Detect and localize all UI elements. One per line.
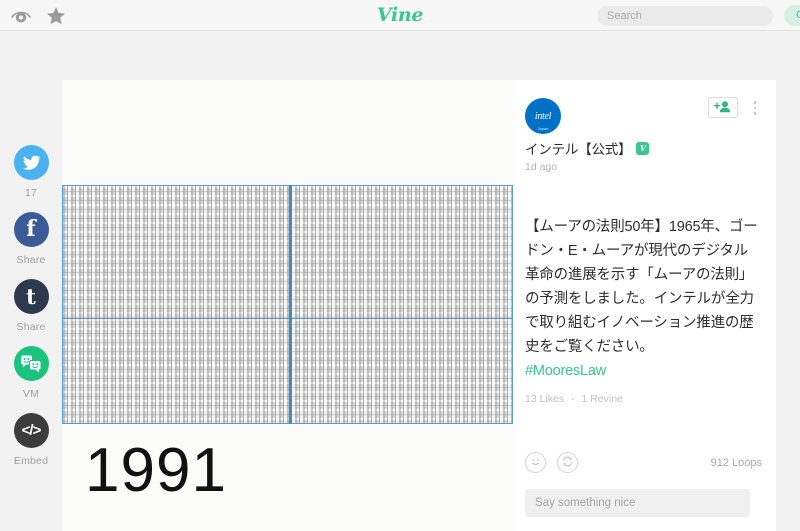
chat-bubbles-icon — [13, 346, 49, 381]
more-dot-3 — [753, 112, 757, 115]
caption-text: 【ムーアの法則50年】1965年、ゴードン・E・ムーアが現代のデジタル革命の進展… — [525, 219, 758, 356]
share-label-tumblr: Share — [16, 321, 46, 333]
video-year-caption: 1991 — [85, 436, 227, 505]
share-label-vm: VM — [22, 388, 40, 400]
twitter-icon — [13, 145, 49, 180]
top-navigation-bar: Vine Get Vine — [0, 0, 800, 31]
hashtag-link[interactable]: #MooresLaw — [525, 363, 606, 379]
share-item-vm[interactable]: VM — [13, 346, 49, 413]
intel-logo-text: intel — [534, 110, 552, 122]
profile-header: intel Japan — [513, 80, 776, 134]
tumblr-icon: t — [13, 279, 49, 314]
tumblr-glyph: t — [26, 283, 36, 309]
username-row: インテル【公式】 V — [525, 138, 762, 158]
more-dot-2 — [753, 106, 757, 110]
avatar[interactable]: intel Japan — [525, 98, 561, 134]
search-input[interactable] — [597, 6, 773, 26]
share-item-twitter[interactable]: 17 — [13, 145, 49, 212]
transistor-grid-lower — [62, 319, 513, 424]
revine-loop-icon — [561, 455, 574, 471]
post-details-pane: intel Japan インテル【公式】 V 1d ago 【ムーアの法則50年… — [513, 80, 776, 531]
eye-icon[interactable] — [10, 6, 32, 24]
transistor-grid-upper — [62, 185, 513, 319]
verified-badge: V — [636, 141, 650, 155]
get-vine-button[interactable]: Get Vine — [784, 5, 800, 26]
stats-separator: · — [571, 393, 575, 406]
intel-logo-subtext: Japan — [537, 126, 549, 131]
share-label-facebook: Share — [16, 254, 46, 266]
profile-text-block: インテル【公式】 V 1d ago — [513, 138, 776, 173]
share-sidebar: 17 f Share t Share VM </> Embed — [0, 145, 62, 480]
share-label-twitter: 17 — [24, 187, 38, 199]
header-left-icons — [0, 6, 66, 25]
likes-count: 13 Likes — [525, 393, 565, 406]
share-label-embed: Embed — [13, 455, 49, 467]
username[interactable]: インテル【公式】 — [525, 138, 632, 158]
revine-button[interactable] — [557, 452, 578, 473]
more-options-button[interactable] — [748, 97, 762, 119]
comment-input[interactable] — [525, 489, 750, 517]
die-divider-line — [289, 185, 292, 424]
post-action-bar: 912 Loops — [525, 452, 762, 473]
embed-glyph: </> — [21, 422, 42, 439]
like-button[interactable] — [525, 452, 546, 473]
post-card: 1991 intel Japan インテル【公式】 V 1d ago 【ムーアの… — [62, 80, 776, 531]
share-item-embed[interactable]: </> Embed — [13, 413, 49, 480]
add-person-icon — [713, 100, 732, 116]
vine-logo[interactable]: Vine — [377, 4, 424, 26]
share-item-facebook[interactable]: f Share — [13, 212, 49, 279]
share-item-tumblr[interactable]: t Share — [13, 279, 49, 346]
video-player[interactable]: 1991 — [62, 80, 513, 531]
post-timestamp: 1d ago — [525, 161, 558, 173]
smiley-face-icon — [529, 455, 542, 471]
post-stats: 13 Likes · 1 Revine — [513, 393, 776, 405]
revine-count: 1 Revine — [581, 393, 623, 406]
facebook-icon: f — [13, 212, 49, 247]
loop-count: 912 Loops — [710, 456, 762, 469]
star-icon[interactable] — [46, 6, 66, 25]
embed-code-icon: </> — [13, 413, 49, 448]
post-caption: 【ムーアの法則50年】1965年、ゴードン・E・ムーアが現代のデジタル革命の進展… — [513, 215, 776, 383]
more-vertical-icon — [753, 101, 757, 104]
facebook-glyph: f — [26, 216, 36, 242]
follow-button[interactable] — [708, 97, 738, 118]
